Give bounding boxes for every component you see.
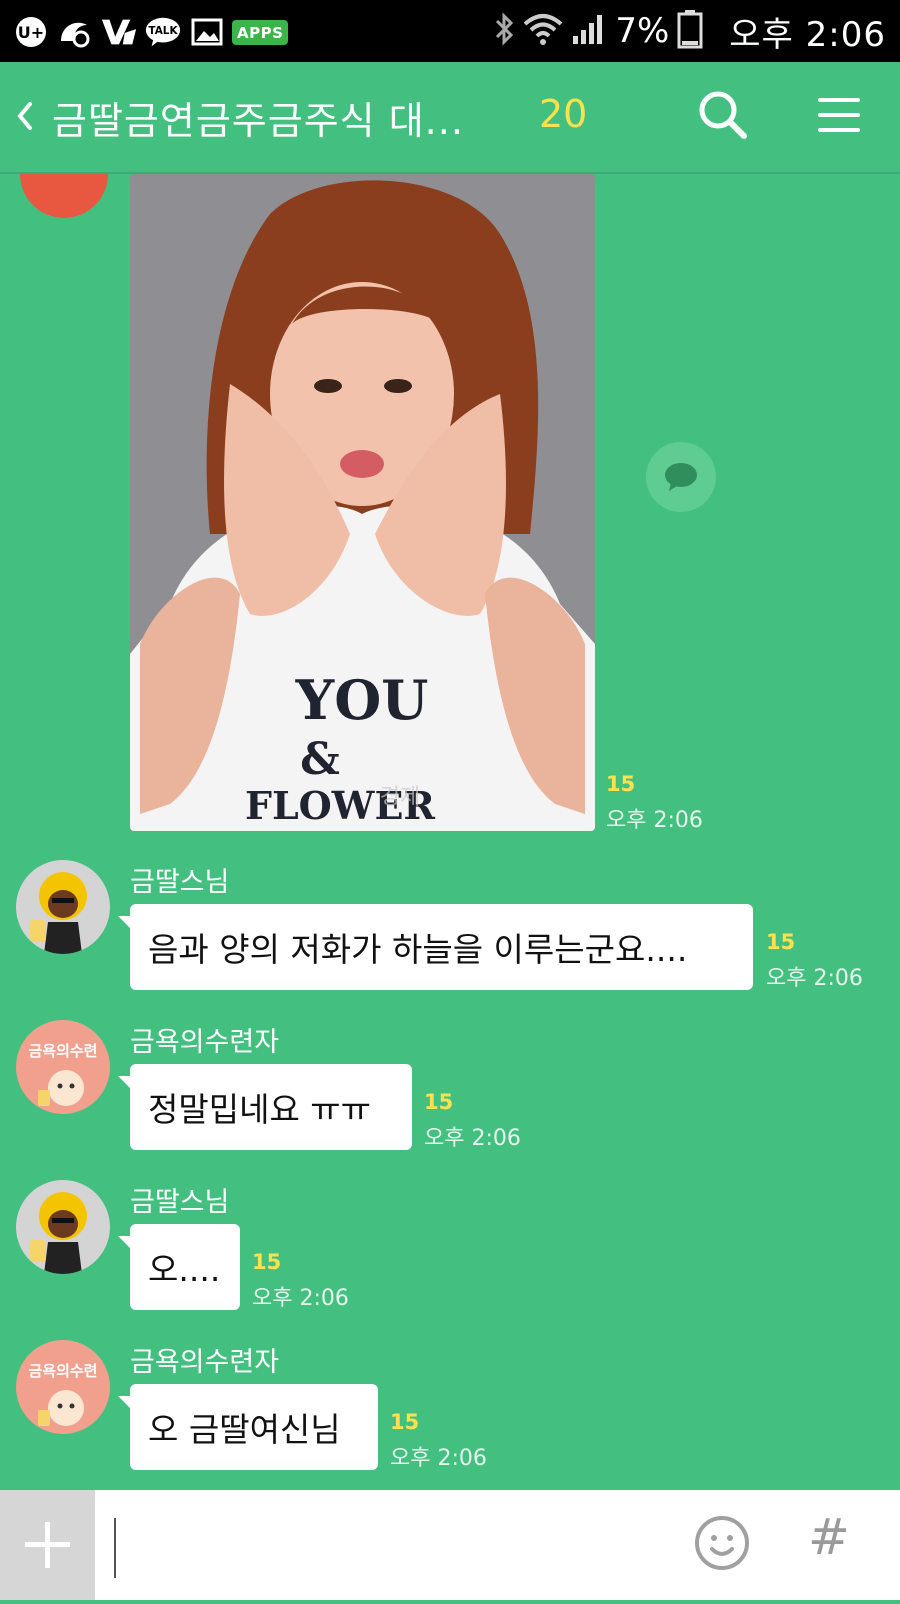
avatar[interactable]: 금욕의수련	[16, 1020, 110, 1114]
chat-header: 금딸금연금주금주식 대... 20	[0, 62, 900, 174]
gallery-icon	[188, 15, 226, 49]
shared-photo[interactable]: YOU & FLOWER 경제	[130, 174, 595, 831]
unread-count: 15	[424, 1090, 454, 1114]
status-bar: U+ TALK APPS 7% 오후 2:06	[0, 0, 900, 62]
wifi-icon	[523, 12, 563, 50]
uc-browser-icon	[56, 15, 94, 49]
battery-icon	[677, 9, 703, 53]
back-arrow-icon[interactable]	[12, 96, 38, 136]
unread-count: 15	[766, 930, 796, 954]
unread-count: 15	[606, 772, 636, 796]
unread-count: 15	[252, 1250, 282, 1274]
svg-text:U+: U+	[18, 23, 44, 42]
message-time: 오후 2:06	[252, 1286, 349, 1311]
avatar[interactable]	[20, 174, 108, 218]
battery-percent: 7%	[615, 11, 670, 51]
attach-plus-icon[interactable]	[0, 1490, 95, 1600]
kakaotalk-label: TALK	[148, 25, 178, 37]
kakaotalk-icon: TALK	[144, 15, 182, 49]
signal-icon	[571, 12, 607, 50]
system-status: 7% 오후 2:06	[493, 0, 886, 62]
message-bubble[interactable]: 오 금딸여신님	[118, 1384, 378, 1470]
message-time: 오후 2:06	[606, 808, 703, 833]
message-bubble[interactable]: 음과 양의 저화가 하늘을 이루는군요....	[118, 904, 753, 990]
sender-name: 금딸스님	[130, 867, 230, 898]
message-input[interactable]	[110, 1510, 674, 1582]
notification-icons: U+ TALK APPS	[12, 10, 289, 54]
hashtag-search-icon[interactable]: #	[808, 1508, 850, 1566]
avatar[interactable]	[16, 860, 110, 954]
svg-text:경제: 경제	[380, 785, 420, 810]
chat-messages[interactable]: YOU & FLOWER 경제 15 오후 2:06 금딸스님 음과 양의 저화…	[0, 174, 900, 1490]
menu-icon[interactable]	[814, 90, 864, 140]
apps-icon: APPS	[232, 19, 289, 45]
svg-text:YOU: YOU	[295, 668, 429, 732]
emoticon-icon[interactable]	[693, 1514, 751, 1572]
svg-text:&: &	[300, 734, 340, 785]
message-bubble[interactable]: 정말밉네요 ㅠㅠ	[118, 1064, 412, 1150]
chat-room-title[interactable]: 금딸금연금주금주식 대...	[52, 90, 464, 145]
message-time: 오후 2:06	[424, 1126, 521, 1151]
status-time: 오후 2:06	[729, 14, 886, 55]
avatar[interactable]: 금욕의수련	[16, 1340, 110, 1434]
uplus-icon: U+	[12, 15, 50, 49]
message-time: 오후 2:06	[766, 966, 863, 991]
message-bubble[interactable]: 오....	[118, 1224, 240, 1310]
message-input-bar: #	[0, 1490, 900, 1600]
sender-name: 금욕의수련자	[130, 1347, 280, 1378]
search-icon[interactable]	[692, 84, 754, 146]
sender-name: 금욕의수련자	[130, 1027, 280, 1058]
message-time: 오후 2:06	[390, 1446, 487, 1471]
bluetooth-icon	[493, 11, 515, 51]
sender-name: 금딸스님	[130, 1187, 230, 1218]
share-chat-icon[interactable]	[646, 442, 716, 512]
text-cursor	[114, 1518, 116, 1578]
unread-count: 15	[390, 1410, 420, 1434]
vs-icon	[100, 15, 138, 49]
avatar[interactable]	[16, 1180, 110, 1274]
member-count: 20	[539, 92, 588, 136]
